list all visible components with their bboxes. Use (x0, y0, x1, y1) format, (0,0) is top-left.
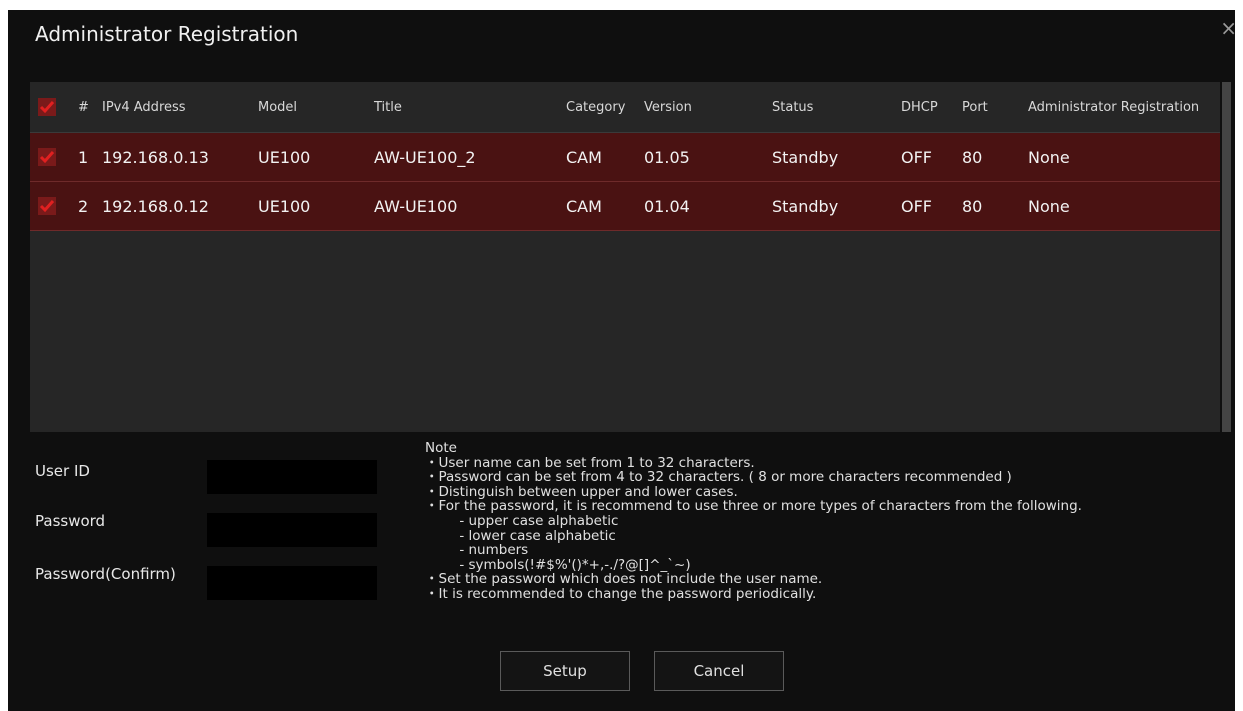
password-label: Password (35, 512, 106, 530)
cell-category: CAM (566, 147, 602, 167)
header-status[interactable]: Status (772, 82, 813, 132)
cell-title: AW-UE100 (374, 196, 458, 216)
note-heading: Note (425, 440, 457, 456)
select-all-checkbox[interactable] (38, 98, 56, 116)
cell-dhcp: OFF (901, 196, 932, 216)
cell-ip: 192.168.0.12 (102, 196, 209, 216)
cell-admin: None (1028, 196, 1070, 216)
cell-version: 01.05 (644, 147, 690, 167)
table-scrollbar[interactable] (1222, 82, 1231, 432)
close-icon[interactable]: × (1220, 16, 1237, 40)
cell-dhcp: OFF (901, 147, 932, 167)
header-model[interactable]: Model (258, 82, 297, 132)
table-row[interactable]: 2 192.168.0.12 UE100 AW-UE100 CAM 01.04 … (30, 182, 1220, 231)
scrollbar-thumb[interactable] (1222, 82, 1231, 432)
admin-registration-dialog: Administrator Registration × # IPv4 Addr… (8, 10, 1237, 711)
cell-status: Standby (772, 196, 839, 216)
dialog-title: Administrator Registration (35, 22, 299, 46)
cell-title: AW-UE100_2 (374, 147, 476, 167)
password-confirm-label: Password(Confirm) (35, 565, 176, 583)
note-line: ・Password can be set from 4 to 32 charac… (425, 469, 1012, 486)
note-line: - upper case alphabetic (425, 512, 619, 529)
checkmark-icon (39, 200, 55, 213)
row-checkbox[interactable] (38, 148, 56, 166)
password-note: Note ・User name can be set from 1 to 32 c… (425, 441, 1225, 602)
cell-port: 80 (962, 196, 983, 216)
cell-version: 01.04 (644, 196, 690, 216)
password-confirm-input[interactable] (207, 566, 377, 600)
note-line: ・For the password, it is recommend to us… (425, 498, 1082, 515)
checkmark-icon (39, 101, 55, 114)
note-line: - numbers (425, 542, 529, 559)
header-version[interactable]: Version (644, 82, 692, 132)
password-input[interactable] (207, 513, 377, 547)
checkmark-icon (39, 151, 55, 164)
header-category[interactable]: Category (566, 82, 625, 132)
header-title[interactable]: Title (374, 82, 402, 132)
cell-port: 80 (962, 147, 983, 167)
header-admin[interactable]: Administrator Registration (1028, 82, 1199, 132)
cell-model: UE100 (258, 196, 311, 216)
cell-model: UE100 (258, 147, 311, 167)
user-id-input[interactable] (207, 460, 377, 494)
cell-num: 1 (78, 147, 89, 167)
cancel-button[interactable]: Cancel (654, 651, 784, 691)
note-line: ・User name can be set from 1 to 32 chara… (425, 454, 755, 471)
header-dhcp[interactable]: DHCP (901, 82, 938, 132)
header-port[interactable]: Port (962, 82, 988, 132)
cell-category: CAM (566, 196, 602, 216)
note-line: ・Set the password which does not include… (425, 571, 823, 588)
cell-num: 2 (78, 196, 89, 216)
user-id-label: User ID (35, 462, 90, 480)
row-checkbox[interactable] (38, 197, 56, 215)
setup-button[interactable]: Setup (500, 651, 630, 691)
note-line: ・Distinguish between upper and lower cas… (425, 483, 738, 500)
device-table: # IPv4 Address Model Title Category Vers… (30, 82, 1220, 432)
table-row[interactable]: 1 192.168.0.13 UE100 AW-UE100_2 CAM 01.0… (30, 133, 1220, 182)
cell-ip: 192.168.0.13 (102, 147, 209, 167)
note-line: - lower case alphabetic (425, 527, 616, 544)
cell-admin: None (1028, 147, 1070, 167)
header-num: # (78, 99, 89, 115)
cell-status: Standby (772, 147, 839, 167)
header-ip[interactable]: IPv4 Address (102, 82, 186, 132)
table-header: # IPv4 Address Model Title Category Vers… (30, 82, 1220, 133)
note-line: - symbols(!#$%'()*+,-./?@[]^_`~) (425, 556, 691, 573)
note-line: ・It is recommended to change the passwor… (425, 585, 817, 602)
